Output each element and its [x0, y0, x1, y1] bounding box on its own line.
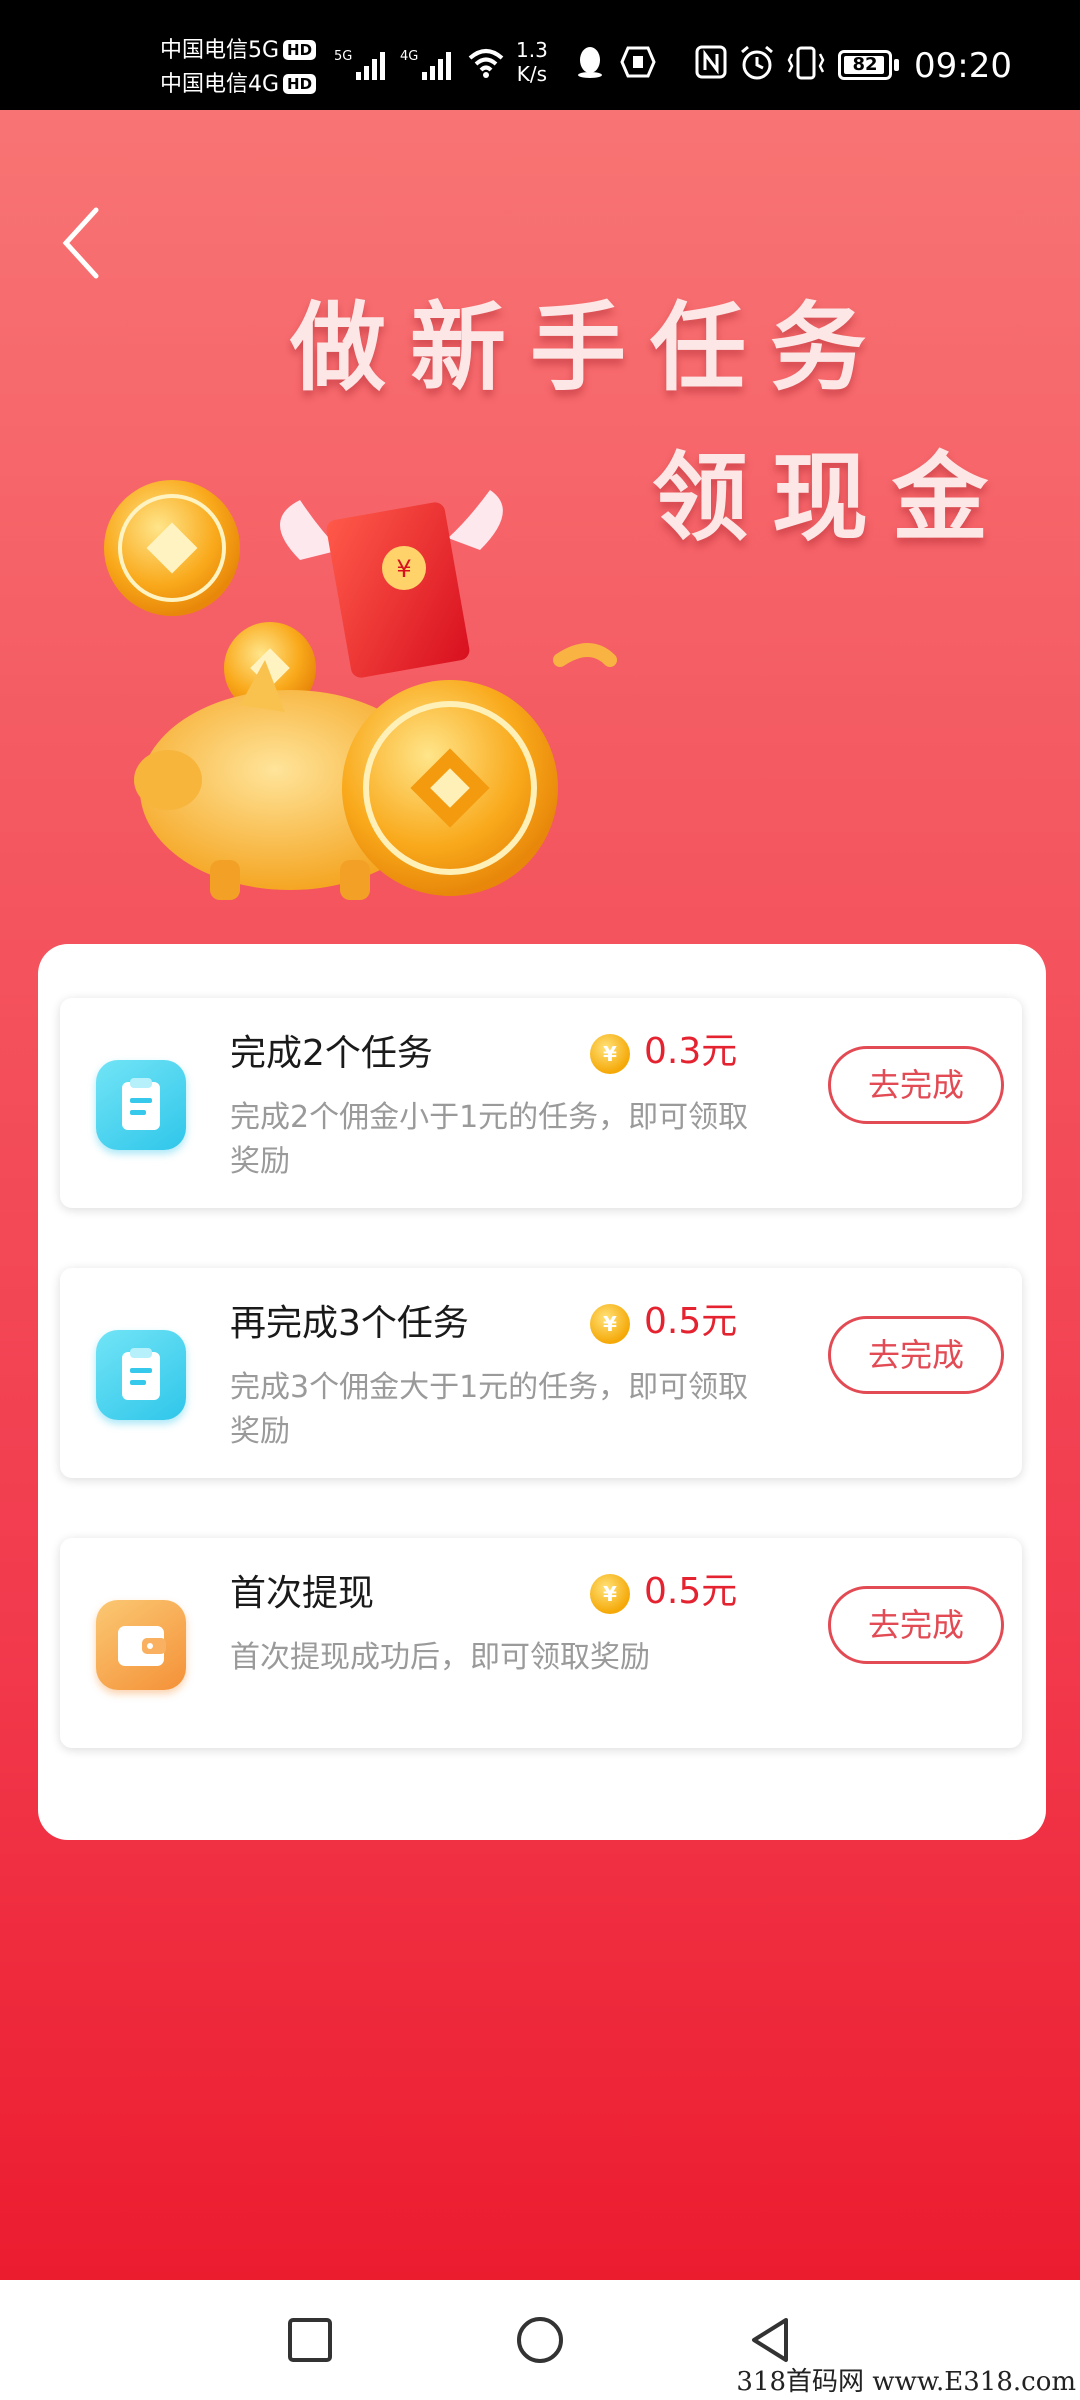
task-title-1: 完成2个任务 [230, 1033, 433, 1074]
task-title-3: 首次提现 [230, 1573, 375, 1614]
coin-symbol: ¥ [603, 1582, 617, 1606]
hero-title-line2: 领现金 [652, 442, 1012, 554]
go-complete-button-3[interactable]: 去完成 [828, 1586, 1004, 1664]
carrier-2: 中国电信4G [160, 72, 280, 97]
vibrate-icon [787, 46, 825, 80]
speed-value: 1.3 [516, 38, 548, 62]
square-icon[interactable] [280, 2310, 340, 2370]
battery-tip [894, 59, 899, 71]
task-item-1: 完成2个任务 ¥ 0.3元 完成2个佣金小于1元的任务，即可领取奖励 去完成 [60, 998, 1022, 1208]
red-envelope [326, 502, 470, 678]
shield-icon [620, 46, 656, 78]
hd-badge-2: HD [283, 74, 317, 94]
system-nav-bar: 318首码网 www.E318.com [0, 2280, 1080, 2400]
network-speed: 1.3 K/s [516, 38, 548, 86]
go-complete-button-1[interactable]: 去完成 [828, 1046, 1004, 1124]
go-complete-button-2[interactable]: 去完成 [828, 1316, 1004, 1394]
wifi-icon [468, 49, 504, 78]
nfc-icon [695, 45, 727, 79]
triangle-back-icon[interactable] [740, 2310, 800, 2370]
back-arrow-icon[interactable] [56, 198, 116, 288]
signal-4g-label: 4G [400, 49, 418, 64]
task-page: 做新手任务 领现金 ¥ 完成2个任务 ¥ 0.3元 完成2个佣金小于1元的任务，… [0, 110, 1080, 2280]
coin-symbol: ¥ [603, 1042, 617, 1066]
svg-text:¥: ¥ [396, 555, 411, 583]
signal-5g-icon: 5G [334, 49, 385, 80]
piggy-bank-illustration: ¥ [104, 480, 617, 900]
task-description-3: 首次提现成功后，即可领取奖励 [230, 1640, 650, 1675]
watermark: 318首码网 www.E318.com [736, 2367, 1076, 2397]
signal-5g-label: 5G [334, 49, 352, 64]
hd-badge-1: HD [283, 40, 317, 60]
task-icon-1 [96, 1060, 186, 1150]
task-icon-2 [96, 1330, 186, 1420]
clipboard-icon [122, 1348, 160, 1400]
coin-icon: ¥ [590, 1304, 630, 1344]
task-list-card: 完成2个任务 ¥ 0.3元 完成2个佣金小于1元的任务，即可领取奖励 去完成 再… [38, 944, 1046, 1840]
carrier-1: 中国电信5G [160, 38, 280, 63]
task-icon-3 [96, 1600, 186, 1690]
task-description-2: 完成3个佣金大于1元的任务，即可领取奖励 [230, 1370, 749, 1449]
alarm-icon [741, 45, 773, 80]
battery-level: 82 [852, 54, 878, 75]
speed-unit: K/s [516, 62, 548, 86]
coin-icon: ¥ [590, 1034, 630, 1074]
task-reward-1: 0.3元 [644, 1031, 738, 1072]
task-item-2: 再完成3个任务 ¥ 0.5元 完成3个佣金大于1元的任务，即可领取奖励 去完成 [60, 1268, 1022, 1478]
task-description-1: 完成2个佣金小于1元的任务，即可领取奖励 [230, 1100, 749, 1179]
coin-icon: ¥ [590, 1574, 630, 1614]
qq-icon [578, 47, 602, 78]
task-reward-2: 0.5元 [644, 1301, 738, 1342]
clipboard-icon [122, 1078, 160, 1130]
carrier-info: 中国电信5G HD 中国电信4G HD [160, 34, 317, 102]
status-bar: 中国电信5G HD 中国电信4G HD 5G 4G 1.3 K/s 82 09:… [0, 0, 1080, 110]
task-reward-3: 0.5元 [644, 1571, 738, 1612]
clock: 09:20 [914, 46, 1012, 86]
task-item-3: 首次提现 ¥ 0.5元 首次提现成功后，即可领取奖励 去完成 [60, 1538, 1022, 1748]
coin-symbol: ¥ [603, 1312, 617, 1336]
signal-4g-icon: 4G [400, 49, 451, 80]
task-title-2: 再完成3个任务 [230, 1303, 469, 1344]
wallet-icon [118, 1626, 166, 1666]
circle-icon[interactable] [510, 2310, 570, 2370]
battery-icon: 82 [838, 50, 892, 80]
